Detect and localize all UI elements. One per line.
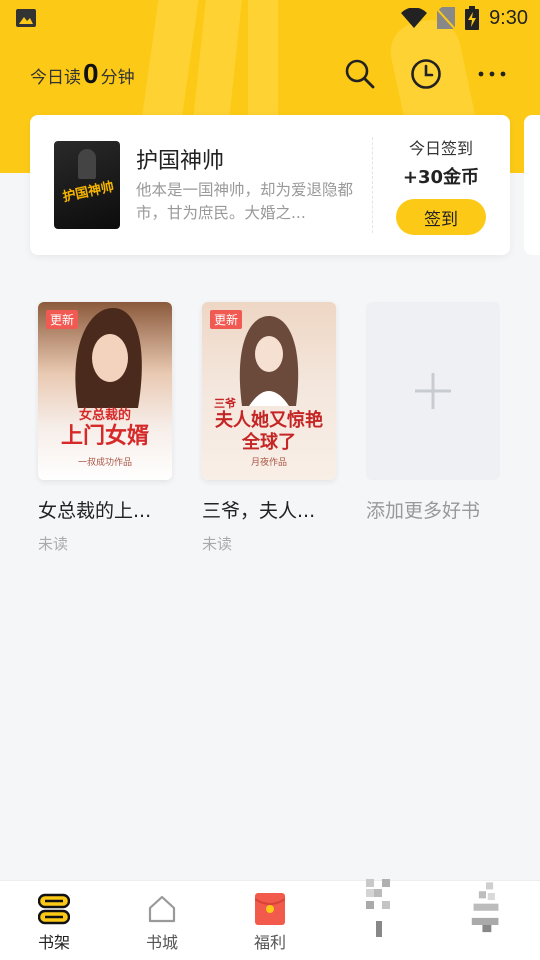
nav-label: 书架 (37, 933, 70, 952)
book-cover[interactable]: 更新 女总裁的 上门女婿 一叔成功作品 (38, 302, 172, 480)
featured-book-description: 他本是一国神帅，却为爱退隐都市，甘为庶民。大婚之... (136, 181, 354, 222)
cover-portrait (239, 316, 299, 406)
featured-book-title: 护国神帅 (136, 149, 225, 174)
book-name: 三爷，夫人... (202, 500, 316, 522)
shelf-book[interactable]: 更新 女总裁的 上门女婿 一叔成功作品 女总裁的上... 未读 (38, 302, 172, 554)
nav-blurred-1[interactable] (324, 879, 432, 960)
reading-prefix: 今日读 (30, 68, 81, 88)
bottom-navigation: 书架 书城 福利 (0, 879, 540, 960)
add-book-button[interactable] (366, 302, 500, 480)
cover-subtitle: 女总裁的 (78, 408, 131, 423)
cover-figure (78, 149, 96, 179)
featured-book-card[interactable]: 护国神帅 护国神帅 他本是一国神帅，却为爱退隐都市，甘为庶民。大婚之... 今日… (30, 115, 510, 255)
battery-charging-icon (465, 6, 480, 30)
book-name: 女总裁的上... (38, 500, 152, 522)
reading-suffix: 分钟 (100, 68, 135, 88)
wifi-icon (401, 8, 428, 28)
plus-icon (415, 373, 451, 409)
update-badge: 更新 (46, 310, 79, 329)
featured-cover-text: 护国神帅 (61, 179, 116, 206)
history-button[interactable] (408, 56, 444, 92)
search-icon (345, 59, 375, 89)
blurred-icon (362, 879, 394, 937)
more-dots-icon (478, 71, 506, 77)
signin-button[interactable]: 签到 (396, 199, 486, 235)
nav-label: 书城 (145, 933, 178, 952)
bookshelf-icon (38, 893, 70, 925)
nav-bookstore[interactable]: 书城 (108, 881, 216, 960)
featured-book-cover[interactable]: 护国神帅 (54, 141, 120, 229)
today-reading-time: 今日读 0 分钟 (30, 58, 135, 90)
nav-blurred-2[interactable] (432, 881, 540, 960)
cover-title: 女总裁的 上门女婿 (38, 408, 172, 450)
cover-main-title: 上门女婿 (60, 424, 149, 449)
cover-author: 月夜作品 (250, 458, 287, 468)
no-sim-icon (437, 7, 456, 29)
reading-minutes: 0 (83, 58, 99, 89)
top-actions (342, 56, 510, 92)
book-read-status: 未读 (38, 535, 69, 553)
nav-bookshelf[interactable]: 书架 (0, 881, 108, 960)
daily-signin-label: 今日签到 (408, 139, 473, 158)
signin-reward: +30金币 (402, 167, 480, 188)
image-notification-icon (16, 9, 36, 27)
more-button[interactable] (474, 56, 510, 92)
cover-title: 三爷 夫人她又惊艳全球了 (202, 398, 336, 454)
clock-icon (411, 59, 441, 89)
next-card-peek[interactable] (524, 115, 540, 255)
update-badge: 更新 (210, 310, 243, 329)
status-bar: 9:30 (0, 0, 540, 36)
book-read-status: 未读 (202, 535, 233, 553)
nav-welfare[interactable]: 福利 (216, 881, 324, 960)
status-time: 9:30 (489, 6, 528, 29)
nav-label: 福利 (253, 933, 286, 952)
home-icon (146, 893, 178, 925)
cover-main-title: 夫人她又惊艳全球了 (215, 410, 323, 453)
add-book-tile[interactable]: 添加更多好书 (366, 302, 500, 523)
card-divider (372, 137, 373, 233)
cover-author: 一叔成功作品 (77, 458, 132, 468)
add-book-label: 添加更多好书 (366, 500, 481, 522)
cover-subtitle: 三爷 (214, 397, 236, 410)
blurred-icon (470, 882, 502, 933)
gift-envelope-icon (254, 893, 286, 925)
cover-portrait (75, 308, 142, 408)
search-button[interactable] (342, 56, 378, 92)
book-cover[interactable]: 更新 三爷 夫人她又惊艳全球了 月夜作品 (202, 302, 336, 480)
shelf-book[interactable]: 更新 三爷 夫人她又惊艳全球了 月夜作品 三爷，夫人... 未读 (202, 302, 336, 554)
